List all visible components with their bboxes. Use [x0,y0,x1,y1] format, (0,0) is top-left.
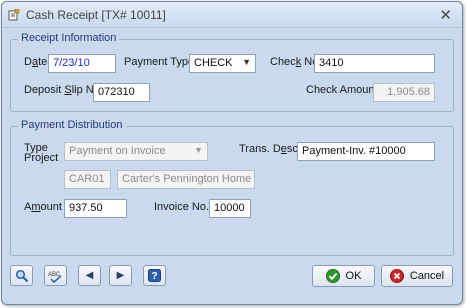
payment-type-value: CHECK [194,57,233,69]
chevron-down-icon[interactable]: ▼ [242,57,251,67]
triangle-right-icon: ▶ [116,270,125,281]
project-name-field: Carter's Pennington Home [117,170,255,189]
invoice-no-label: Invoice No. [154,201,210,213]
invoice-no-input[interactable]: 10000 [209,199,251,218]
deposit-slip-input[interactable]: 072310 [93,83,150,102]
check-no-input[interactable]: 3410 [314,54,435,73]
project-label: Project [24,152,59,164]
payment-type-select[interactable]: CHECK ▼ [189,54,256,73]
cancel-icon [389,269,404,283]
search-icon [15,269,28,282]
cancel-button[interactable]: Cancel [381,265,453,287]
previous-button[interactable]: ◀ [78,265,101,286]
title-bar: Cash Receipt [TX# 10011] ✕ [2,2,462,28]
chevron-down-icon: ▼ [194,145,203,155]
type-select: Payment on Invoice ▼ [64,142,208,161]
ok-button[interactable]: OK [312,265,375,287]
receipt-information-legend: Receipt Information [18,32,120,44]
type-value: Payment on Invoice [69,145,166,157]
next-button[interactable]: ▶ [109,265,132,286]
receipt-app-icon [8,9,20,21]
window-title: Cash Receipt [TX# 10011] [26,8,166,22]
search-button[interactable] [10,265,33,286]
amount-input[interactable]: 937.50 [64,199,127,218]
spell-check-icon: ABC [48,272,61,283]
amount-label: Amount [24,201,62,213]
svg-text:?: ? [151,271,157,282]
check-amount-field: 1,905.68 [373,83,435,102]
check-icon [325,269,340,283]
close-icon[interactable]: ✕ [439,6,452,24]
receipt-information-group: Receipt Information Date 7/23/10 Payment… [10,32,454,112]
cancel-label: Cancel [409,270,445,282]
help-icon: ? [148,269,161,282]
payment-distribution-group: Payment Distribution Type Project Paymen… [10,119,454,256]
ok-label: OK [345,270,362,282]
date-input[interactable]: 7/23/10 [48,54,116,73]
deposit-slip-label: Deposit Slip No. [24,84,103,96]
check-amount-label: Check Amount [306,84,378,96]
date-label: Date [24,56,48,68]
payment-type-label: Payment Type [124,56,195,68]
trans-desc-input[interactable]: Payment-Inv. #10000 [297,142,435,161]
trans-desc-label: Trans. Desc. [239,143,301,155]
help-button[interactable]: ? [143,265,166,286]
cash-receipt-window: Cash Receipt [TX# 10011] ✕ Receipt Infor… [1,1,463,305]
payment-distribution-legend: Payment Distribution [18,119,126,131]
triangle-left-icon: ◀ [85,270,94,281]
spell-check-button[interactable]: ABC [44,265,67,286]
project-code-field: CAR01 [64,170,111,189]
